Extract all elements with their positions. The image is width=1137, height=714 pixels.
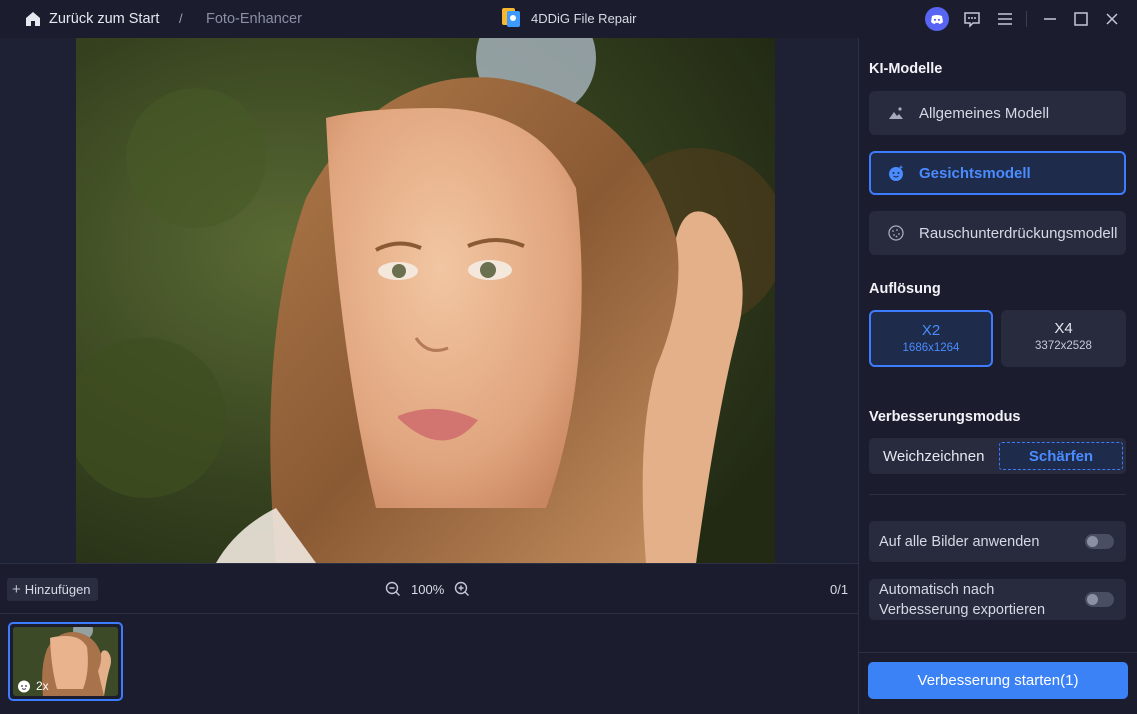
- option-auto-export: Automatisch nach Verbesserung exportiere…: [869, 579, 1126, 620]
- feedback-icon[interactable]: [962, 9, 982, 29]
- option-auto-export-line1: Automatisch nach: [879, 582, 995, 598]
- add-image-label: Hinzufügen: [24, 582, 91, 597]
- zoom-out-icon[interactable]: [385, 581, 401, 597]
- add-image-button[interactable]: + Hinzufügen: [7, 578, 98, 601]
- zoom-level: 100%: [411, 582, 445, 597]
- plus-icon: +: [12, 581, 21, 598]
- option-auto-export-line2: Verbesserung exportieren: [879, 602, 1046, 618]
- resolution-x4[interactable]: X4 3372x2528: [1001, 310, 1126, 367]
- mode-sharpen-option[interactable]: Schärfen: [999, 442, 1123, 470]
- preview-image[interactable]: [76, 38, 775, 563]
- face-icon: [889, 165, 904, 181]
- mode-segmented-control: Weichzeichnen Schärfen: [869, 438, 1126, 474]
- noise-icon: [888, 225, 904, 241]
- model-noise-reduction[interactable]: Rauschunterdrückungsmodell: [869, 211, 1126, 255]
- landscape-icon: [889, 107, 903, 119]
- discord-icon[interactable]: [925, 7, 949, 31]
- panel-bottom-divider: [859, 652, 1137, 653]
- menu-icon[interactable]: [995, 9, 1015, 29]
- model-noise-reduction-label: Rauschunterdrückungsmodell: [919, 224, 1118, 242]
- maximize-icon[interactable]: [1071, 9, 1091, 29]
- model-face-label: Gesichtsmodell: [919, 164, 1031, 182]
- thumbnail-scale: 2x: [36, 679, 49, 693]
- thumbnail-badge: 2x: [17, 679, 49, 693]
- resolution-x4-label: X4: [1054, 320, 1073, 337]
- models-heading: KI-Modelle: [869, 61, 943, 77]
- start-enhancement-button[interactable]: Verbesserung starten(1): [868, 662, 1128, 699]
- apply-all-toggle[interactable]: [1085, 534, 1114, 549]
- image-thumbnail[interactable]: 2x: [8, 622, 123, 701]
- option-apply-all: Auf alle Bilder anwenden: [869, 521, 1126, 562]
- back-to-start-link[interactable]: Zurück zum Start: [49, 11, 159, 27]
- title-bar: Zurück zum Start / Foto-Enhancer 4DDiG F…: [0, 0, 1137, 38]
- preview-canvas: [0, 38, 858, 563]
- model-general-label: Allgemeines Modell: [919, 104, 1050, 122]
- canvas-divider: [0, 563, 858, 564]
- mode-soften-option[interactable]: Weichzeichnen: [883, 448, 984, 465]
- resolution-x2-label: X2: [921, 322, 941, 339]
- resolution-x2[interactable]: X2 1686x1264: [869, 310, 993, 367]
- option-apply-all-label: Auf alle Bilder anwenden: [879, 534, 1040, 550]
- face-icon: [18, 680, 30, 693]
- resolution-x4-size: 3372x2528: [1035, 340, 1092, 352]
- mode-heading: Verbesserungsmodus: [869, 409, 1021, 425]
- minimize-icon[interactable]: [1040, 9, 1060, 29]
- titlebar-divider: [1026, 11, 1027, 27]
- image-counter: 0/1: [830, 582, 849, 597]
- breadcrumb-separator: /: [179, 11, 183, 26]
- app-title: 4DDiG File Repair: [531, 11, 637, 26]
- thumbnail-image: 2x: [13, 627, 118, 696]
- close-icon[interactable]: [1102, 9, 1122, 29]
- breadcrumb-current: Foto-Enhancer: [206, 11, 302, 27]
- resolution-x2-size: 1686x1264: [902, 342, 960, 354]
- model-general[interactable]: Allgemeines Modell: [869, 91, 1126, 135]
- zoom-in-icon[interactable]: [454, 581, 470, 597]
- home-icon[interactable]: [24, 10, 42, 28]
- model-face[interactable]: Gesichtsmodell: [869, 151, 1126, 195]
- bottombar-divider: [0, 613, 858, 614]
- app-logo-icon: [502, 8, 520, 27]
- resolution-heading: Auflösung: [869, 281, 941, 297]
- auto-export-toggle[interactable]: [1085, 592, 1114, 607]
- panel-divider: [869, 494, 1126, 495]
